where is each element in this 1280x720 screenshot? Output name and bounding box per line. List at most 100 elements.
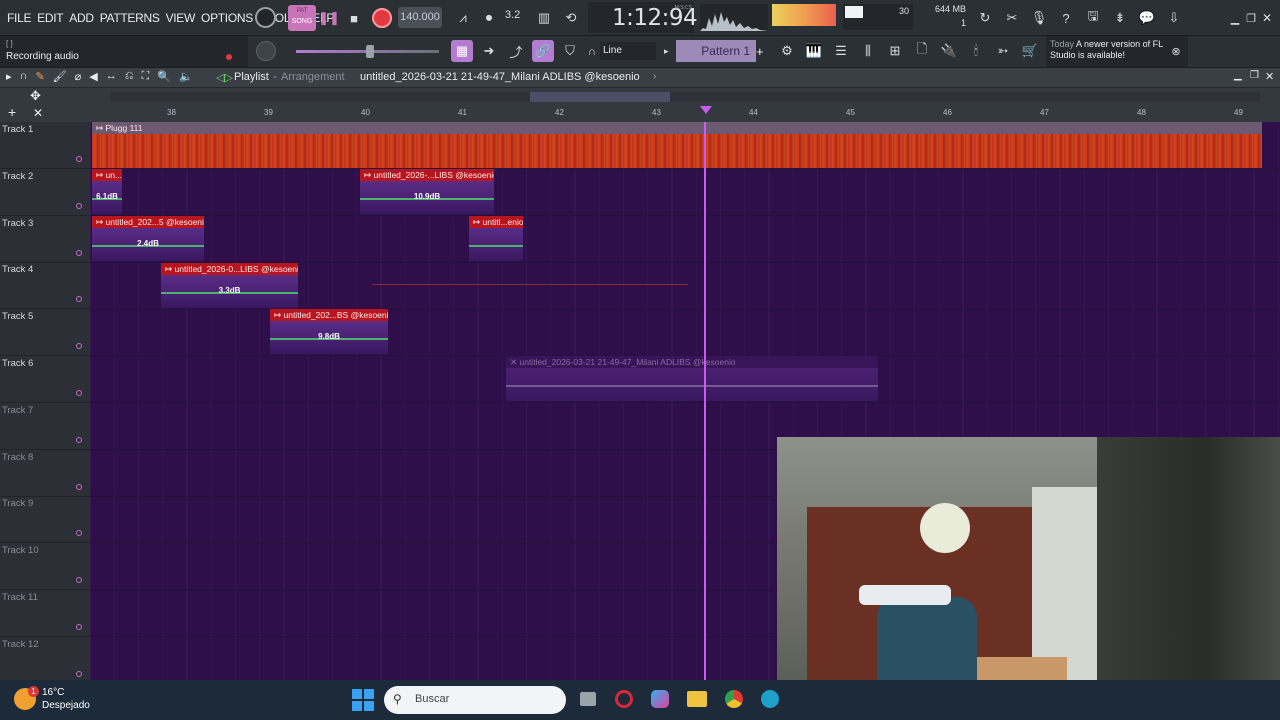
magnet-icon[interactable]: ∩: [588, 46, 596, 58]
playlist-min-icon[interactable]: ▁: [1234, 70, 1242, 81]
track-mute-icon[interactable]: [76, 577, 82, 584]
search-box[interactable]: ⚲ Buscar: [384, 686, 566, 714]
mixer-icon[interactable]: ⚙: [776, 40, 798, 62]
magnet-snap-icon[interactable]: ∩: [20, 70, 28, 83]
audio-clip[interactable]: ↦ untitled_202...5 @kesoenio 2.4dB: [92, 216, 204, 261]
track-header[interactable]: Track 12: [0, 637, 90, 684]
chat-icon[interactable]: 💬: [1136, 7, 1158, 29]
loop-record-icon[interactable]: ⟲: [560, 7, 582, 29]
scrollbar[interactable]: [110, 92, 1260, 102]
stop-button[interactable]: ■: [343, 7, 365, 29]
tempo-display[interactable]: 140.000: [398, 7, 442, 28]
master-slider[interactable]: [296, 45, 439, 58]
track-mute-icon[interactable]: [76, 296, 82, 303]
link-icon[interactable]: 🔗: [532, 40, 554, 62]
master-volume-knob[interactable]: [255, 7, 276, 28]
pattern-prev-icon[interactable]: ▸: [664, 46, 669, 57]
track-mute-icon[interactable]: [76, 530, 82, 537]
track-mute-icon[interactable]: [76, 390, 82, 396]
track-mute-icon[interactable]: [76, 436, 82, 443]
track-mute-icon[interactable]: [76, 343, 82, 350]
download-icon[interactable]: ⇩: [1163, 7, 1185, 29]
menu-view[interactable]: VIEW: [163, 11, 198, 25]
channel-rack-icon[interactable]: ☰: [830, 40, 852, 62]
playlist-close-icon[interactable]: ✕: [1265, 70, 1274, 83]
plugin-icon[interactable]: 🔌: [938, 40, 960, 62]
news-close-icon[interactable]: ⊗: [1165, 40, 1187, 62]
chrome-icon[interactable]: [725, 690, 743, 708]
zoom-tool-icon[interactable]: 🔍: [157, 70, 171, 83]
draw-tool-icon[interactable]: ✎: [35, 70, 44, 83]
pat-song-toggle[interactable]: PAT SONG: [288, 5, 316, 31]
track-mute-icon[interactable]: [76, 156, 82, 162]
stamp-icon[interactable]: ⛉: [559, 40, 581, 62]
audio-clip[interactable]: ↦ untitled_2026-0...LIBS @kesoenio 3.3dB: [161, 263, 298, 308]
add-track-icon[interactable]: +: [8, 104, 16, 120]
delete-tool-icon[interactable]: ⌀: [75, 70, 82, 83]
track-header[interactable]: Track 9: [0, 496, 90, 544]
copilot-icon[interactable]: [651, 690, 669, 708]
track-header[interactable]: Track 7: [0, 403, 90, 450]
track-mute-icon[interactable]: [76, 624, 82, 630]
menu-add[interactable]: ADD: [66, 11, 96, 25]
menu-options[interactable]: OPTIONS: [198, 11, 256, 25]
file-explorer-icon[interactable]: [687, 691, 707, 707]
playback-tool-icon[interactable]: 🔈: [179, 70, 193, 83]
task-view-icon[interactable]: [580, 692, 596, 706]
audio-clip[interactable]: ✕ untitled_2026-03-21 21-49-47_Milani AD…: [506, 356, 878, 401]
track-header[interactable]: Track 11: [0, 590, 90, 637]
add-pattern-button[interactable]: +: [756, 44, 764, 59]
file-icon[interactable]: 🗋: [911, 40, 933, 62]
close-icon[interactable]: ✕: [1256, 7, 1278, 29]
track-header[interactable]: Track 6: [0, 356, 90, 403]
wait-record-icon[interactable]: ⏺: [478, 7, 500, 29]
metronome-icon[interactable]: ⩘: [452, 7, 474, 29]
menu-patterns[interactable]: PATTERNS: [97, 11, 163, 25]
track-header[interactable]: Track 8: [0, 450, 90, 497]
cut-icon[interactable]: ✂: [1001, 7, 1023, 29]
scrollbar-thumb[interactable]: [530, 92, 670, 102]
track-header[interactable]: Track 2: [0, 169, 90, 216]
browser-icon[interactable]: ⊞: [884, 40, 906, 62]
paint-tool-icon[interactable]: 🖌: [53, 70, 67, 83]
curve-icon[interactable]: ⤴: [505, 40, 527, 62]
snap-select[interactable]: Line: [600, 42, 656, 60]
track-header[interactable]: Track 3: [0, 216, 90, 263]
slider-handle[interactable]: [366, 45, 374, 58]
piano-roll-icon[interactable]: 🎹: [803, 40, 825, 62]
playlist-icon[interactable]: ▦: [451, 40, 473, 62]
microphone-icon[interactable]: 🎙: [1028, 7, 1050, 29]
slice-tool-icon[interactable]: ⎌: [125, 70, 134, 83]
menu-edit[interactable]: EDIT: [34, 11, 66, 25]
performance-icon[interactable]: 🕯: [965, 40, 987, 62]
audio-clip[interactable]: ↦ untitl...enio: [469, 216, 523, 261]
track-header[interactable]: Track 10: [0, 543, 90, 591]
track-header[interactable]: Track 1: [0, 122, 90, 169]
mixer-faders-icon[interactable]: ⫼: [857, 40, 879, 62]
track-mute-icon[interactable]: [76, 202, 82, 209]
timeline-ruler[interactable]: + ✥ ✕ 38 39 40 41 42 43 44 45 46 47 48 49: [0, 88, 1280, 122]
select-tool-icon[interactable]: ⛶: [142, 70, 150, 83]
track-header[interactable]: Track 5: [0, 309, 90, 357]
record-button[interactable]: [372, 8, 392, 28]
track-header[interactable]: Track 4: [0, 262, 90, 310]
track-mute-icon[interactable]: [76, 249, 82, 256]
close-x-icon[interactable]: ✕: [33, 106, 43, 120]
save-icon[interactable]: 🖫: [1082, 7, 1104, 29]
pause-button[interactable]: ❚❚: [318, 7, 340, 29]
audio-clip[interactable]: ↦ Plugg 111: [92, 122, 1262, 168]
playlist-max-icon[interactable]: ❐: [1250, 70, 1259, 81]
help-icon[interactable]: ?: [1055, 7, 1077, 29]
arrow-right-icon[interactable]: ➜: [478, 40, 500, 62]
edge-icon[interactable]: [761, 690, 779, 708]
undo-icon[interactable]: ↻: [974, 7, 996, 29]
opera-icon[interactable]: [615, 690, 633, 708]
playhead-marker[interactable]: [700, 106, 712, 114]
countdown-display[interactable]: 3.2: [505, 9, 520, 21]
master-pitch-knob[interactable]: [256, 41, 276, 61]
track-mute-icon[interactable]: [76, 670, 82, 677]
render-icon[interactable]: ⇟: [1109, 7, 1131, 29]
pattern-select[interactable]: Pattern 1: [676, 40, 756, 62]
menu-file[interactable]: FILE: [4, 11, 34, 25]
connect-icon[interactable]: ➳: [992, 40, 1014, 62]
